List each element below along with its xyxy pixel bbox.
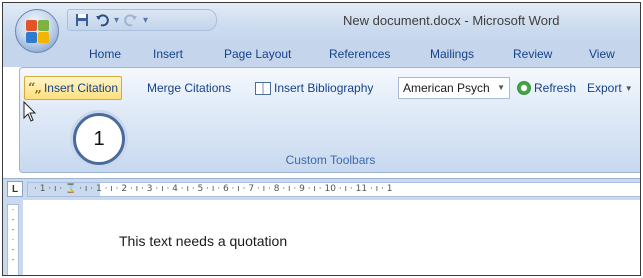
ruler-bar: L · 1 · ı · ⌛ · ı · 1 · ı · 2 · ı · 3 · … [3, 178, 640, 200]
citation-style-select[interactable]: American Psych ▼ [398, 77, 510, 99]
chevron-down-icon: ▼ [497, 83, 505, 92]
tab-review[interactable]: Review [513, 47, 552, 61]
insert-citation-button[interactable]: “„ Insert Citation [24, 76, 123, 100]
title-bar: ▾ ▾ New document.docx - Microsoft Word [3, 3, 640, 41]
tab-view[interactable]: View [589, 47, 615, 61]
quote-icon: “„ [28, 80, 42, 96]
tab-selector-button[interactable]: L [7, 181, 23, 197]
customize-icon[interactable]: ▾ [143, 15, 148, 26]
refresh-button[interactable]: Refresh [514, 76, 579, 100]
undo-dropdown-icon[interactable]: ▾ [114, 15, 119, 26]
word-window: ▾ ▾ New document.docx - Microsoft Word H… [2, 2, 641, 276]
tab-home[interactable]: Home [89, 47, 121, 61]
tab-references[interactable]: References [329, 47, 390, 61]
mouse-pointer-icon [23, 100, 37, 126]
tab-page-layout[interactable]: Page Layout [224, 47, 291, 61]
export-button[interactable]: Export ▼ [584, 76, 636, 100]
ribbon-tabs: Home Insert Page Layout References Maili… [3, 41, 640, 67]
vertical-ruler[interactable]: · - - · - - [3, 200, 23, 275]
citation-style-value: American Psych [403, 81, 490, 95]
tab-mailings[interactable]: Mailings [430, 47, 474, 61]
office-logo-icon [26, 20, 50, 44]
merge-citations-button[interactable]: Merge Citations [144, 76, 234, 100]
book-icon [255, 81, 271, 95]
horizontal-ruler[interactable]: · 1 · ı · ⌛ · ı · 1 · ı · 2 · ı · 3 · ı … [27, 182, 640, 197]
window-title: New document.docx - Microsoft Word [343, 13, 560, 28]
redo-icon[interactable] [123, 12, 139, 28]
save-icon[interactable] [74, 12, 90, 28]
ribbon-row: “„ Insert Citation Merge Citations Inser… [20, 76, 640, 100]
insert-bibliography-label: Insert Bibliography [274, 81, 374, 95]
document-text[interactable]: This text needs a quotation [119, 233, 287, 249]
undo-icon[interactable] [94, 12, 110, 28]
refresh-label: Refresh [534, 81, 577, 95]
merge-citations-label: Merge Citations [147, 81, 232, 95]
step-number: 1 [93, 127, 105, 150]
ruler-scale: · 1 · ı · ⌛ · ı · 1 · ı · 2 · ı · 3 · ı … [34, 184, 393, 194]
vertical-ruler-track: · - - · - - [7, 204, 19, 275]
refresh-icon [517, 81, 531, 95]
quick-access-toolbar: ▾ ▾ [67, 9, 217, 31]
document-area[interactable]: This text needs a quotation [23, 200, 640, 275]
office-button[interactable] [15, 9, 59, 53]
insert-bibliography-button[interactable]: Insert Bibliography [252, 76, 376, 100]
insert-citation-label: Insert Citation [43, 81, 119, 95]
export-label: Export [587, 81, 622, 95]
step-callout: 1 [73, 113, 125, 165]
chevron-down-icon: ▼ [624, 83, 633, 93]
tab-insert[interactable]: Insert [153, 47, 183, 61]
